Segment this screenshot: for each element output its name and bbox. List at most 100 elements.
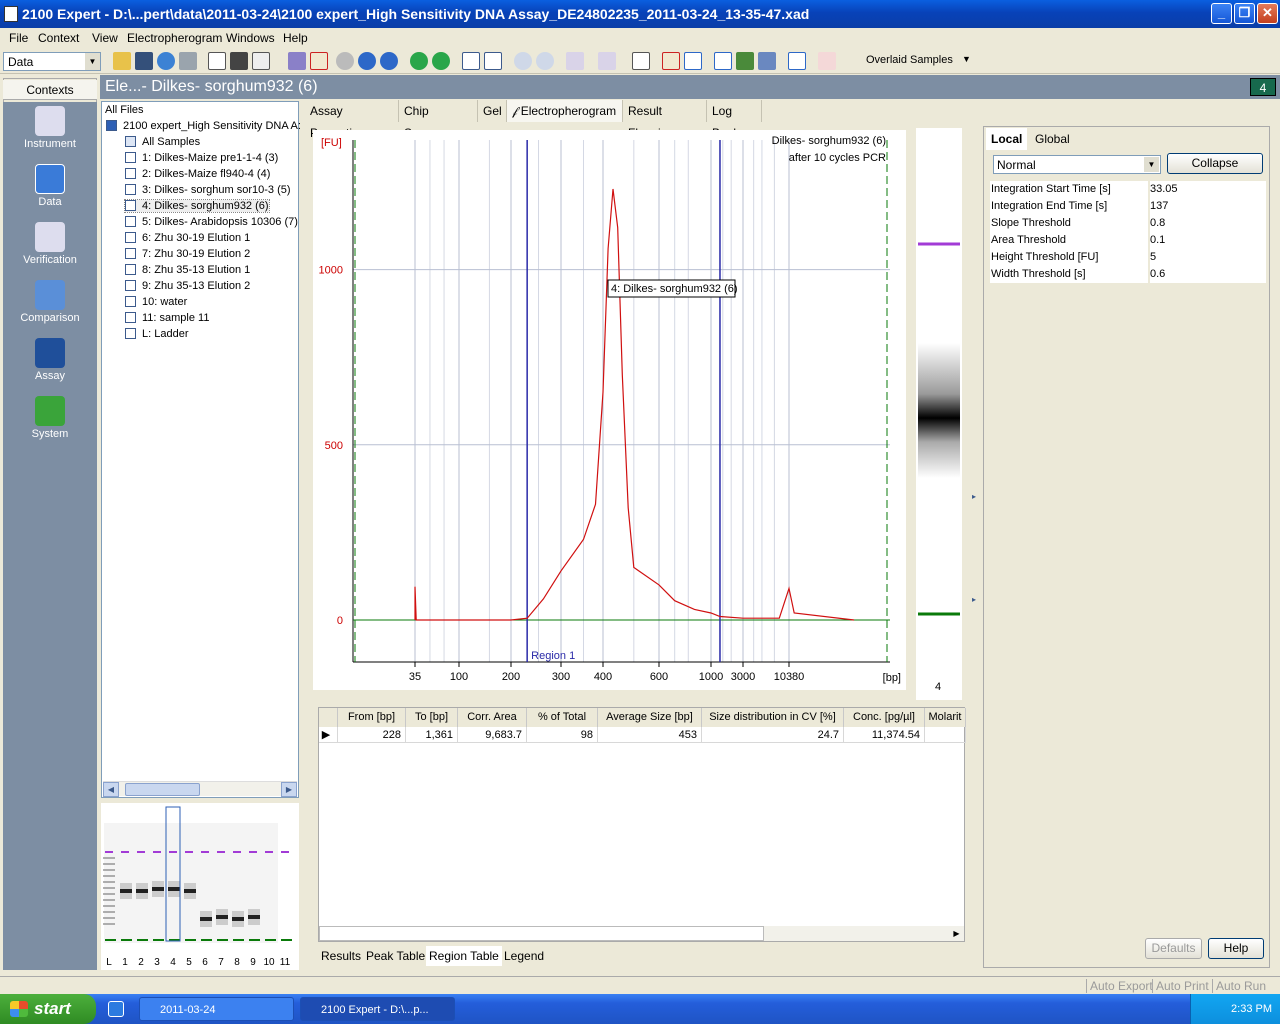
table-view-icon[interactable] [252,52,270,70]
chart-icon[interactable] [310,52,328,70]
baseline-icon[interactable] [684,52,702,70]
tree-file[interactable]: 2100 expert_High Sensitivity DNA A: [106,120,301,132]
table-cell[interactable]: 24.7 [702,727,844,743]
stop-icon[interactable] [380,52,398,70]
compare-icon[interactable] [758,52,776,70]
col-header[interactable]: To [bp] [406,708,458,727]
grid-icon[interactable] [288,52,306,70]
scroll-right-icon[interactable]: ▶ [949,926,964,941]
checkbox[interactable] [125,200,136,211]
open-icon[interactable] [113,52,131,70]
taskbar-folder[interactable]: 2011-03-24 [139,997,294,1021]
scroll-right-icon[interactable]: ▶ [281,782,297,797]
table-cell[interactable]: 1,361 [406,727,458,743]
chevron-down-icon[interactable]: ▼ [962,54,971,64]
context-comparison[interactable]: Comparison [3,280,97,324]
prop-value[interactable]: 5 [1150,249,1266,266]
quick-launch-icon[interactable] [108,1001,124,1017]
tree-hscroll[interactable]: ◀ ▶ [103,781,297,797]
table-cell[interactable]: 228 [338,727,406,743]
cursor-icon[interactable] [566,52,584,70]
checkbox[interactable] [125,152,136,163]
tab-legend[interactable]: Legend [501,946,547,966]
pause-icon[interactable] [358,52,376,70]
tree-sample[interactable]: 10: water [125,296,187,308]
grid-lines-icon[interactable] [714,52,732,70]
table-cell[interactable]: 453 [598,727,702,743]
table-cell[interactable]: 9,683.7 [458,727,527,743]
splitter-arrow-icon[interactable]: ▸ [972,492,976,501]
gel-view-icon[interactable] [230,52,248,70]
tree-all-samples[interactable]: All Samples [125,136,200,148]
prop-value[interactable]: 0.1 [1150,232,1266,249]
menu-file[interactable]: File [9,31,28,45]
checkbox[interactable] [125,168,136,179]
menu-view[interactable]: View [92,31,118,45]
maximize-button[interactable]: ❐ [1234,3,1255,24]
tree-sample[interactable]: 2: Dilkes-Maize fl940-4 (4) [125,168,270,180]
tree-sample[interactable]: 5: Dilkes- Arabidopsis 10306 (7) [125,216,298,228]
checkbox[interactable] [125,184,136,195]
axis-icon[interactable] [818,52,836,70]
tab-result-flagging[interactable]: Result Flagging [623,100,707,140]
menu-help[interactable]: Help [283,31,308,45]
tree-sample[interactable]: 4: Dilkes- sorghum932 (6) [124,199,270,213]
context-select[interactable]: Data ▼ [3,52,101,71]
tree-sample[interactable]: 6: Zhu 30-19 Elution 1 [125,232,250,244]
scroll-thumb[interactable] [319,926,764,941]
table-cell[interactable]: 98 [527,727,598,743]
export-icon[interactable] [736,52,754,70]
refresh-icon[interactable] [157,52,175,70]
zoom-out-icon[interactable] [536,52,554,70]
prop-value[interactable]: 33.05 [1150,181,1266,198]
table-cell[interactable]: 11,374.54 [844,727,925,743]
col-header[interactable]: Corr. Area [458,708,527,727]
single-view-icon[interactable] [462,52,480,70]
prop-value[interactable]: 137 [1150,198,1266,215]
menu-windows[interactable]: Windows [226,31,275,45]
tab-log-book[interactable]: Log Book [707,100,762,140]
tab-chip-summary[interactable]: Chip Summary [399,100,478,140]
checkbox[interactable] [125,312,136,323]
tree-sample[interactable]: 11: sample 11 [125,312,209,324]
annotate-icon[interactable] [632,52,650,70]
electropherogram-chart[interactable]: 35 100 200 300 400 600 1000 3000 10380 0 500 1000 Re… [313,130,906,690]
table-cell[interactable] [925,727,966,743]
taskbar-2100-expert[interactable]: 2100 Expert - D:\...p... [300,997,455,1021]
tree-sample[interactable]: 1: Dilkes-Maize pre1-1-4 (3) [125,152,278,164]
col-header[interactable]: Molarit [925,708,966,727]
overlaid-samples-select[interactable]: Overlaid Samples [866,54,953,66]
tree-sample[interactable]: 3: Dilkes- sorghum sor10-3 (5) [125,184,291,196]
context-instrument[interactable]: Instrument [3,106,97,150]
checkbox[interactable] [125,264,136,275]
close-button[interactable]: ✕ [1257,3,1278,24]
save-icon[interactable] [135,52,153,70]
minimize-button[interactable]: _ [1211,3,1232,24]
gel-thumbnail[interactable]: L 1 2 3 4 5 6 7 8 9 10 11 [101,803,299,970]
table-hscroll[interactable]: ▶ [319,926,964,941]
mode-select[interactable]: Normal ▼ [993,155,1161,174]
print-icon[interactable] [179,52,197,70]
help-button[interactable]: Help [1208,938,1264,959]
checkbox[interactable] [125,296,136,307]
tab-region-table[interactable]: Region Table [426,946,502,966]
forward-icon[interactable] [432,52,450,70]
tab-electropherogram[interactable]: 𝒻 Electropherogram [507,100,623,122]
tab-gel[interactable]: Gel [478,100,507,122]
col-header[interactable]: Size distribution in CV [%] [702,708,844,727]
checkbox[interactable] [125,328,136,339]
tree-sample[interactable]: 9: Zhu 35-13 Elution 2 [125,280,250,292]
checkbox[interactable] [125,216,136,227]
context-verification[interactable]: Verification [3,222,97,266]
tab-assay-properties[interactable]: Assay Properties [305,100,399,140]
scroll-left-icon[interactable]: ◀ [103,782,119,797]
checkbox[interactable] [125,280,136,291]
peak-icon[interactable] [662,52,680,70]
tab-results[interactable]: Results [318,946,364,966]
splitter-arrow-icon[interactable]: ▸ [972,595,976,604]
tab-local[interactable]: Local [986,128,1028,150]
overlay-icon[interactable] [788,52,806,70]
play-icon[interactable] [336,52,354,70]
hand-icon[interactable] [598,52,616,70]
menu-electropherogram[interactable]: Electropherogram [127,31,222,45]
